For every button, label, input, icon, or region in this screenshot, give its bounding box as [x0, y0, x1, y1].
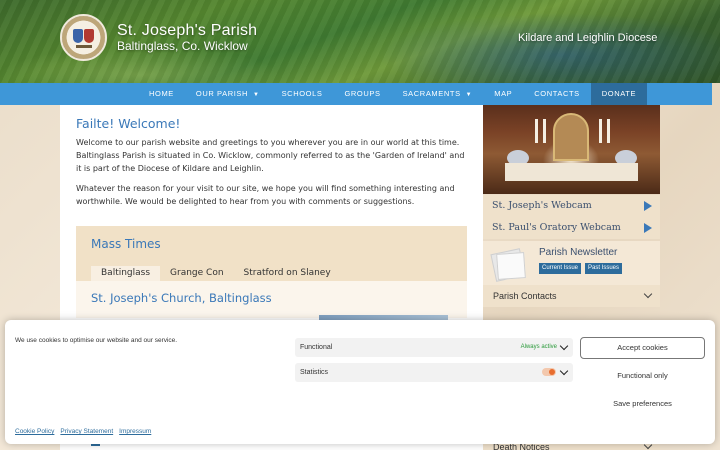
always-active-label: Always active: [520, 344, 557, 350]
main-nav: HOME OUR PARISH ▼ SCHOOLS GROUPS SACRAMEN…: [0, 83, 712, 105]
parish-contacts-accordion[interactable]: Parish Contacts: [483, 285, 660, 307]
statistics-toggle[interactable]: [542, 368, 556, 376]
welcome-title: Failte! Welcome!: [76, 116, 181, 131]
nav-groups[interactable]: GROUPS: [333, 83, 391, 105]
play-icon: [644, 223, 652, 233]
altar-photo: [483, 105, 660, 194]
accept-cookies-button[interactable]: Accept cookies: [580, 337, 705, 359]
chevron-down-icon: [643, 289, 653, 299]
cookie-policy-link[interactable]: Cookie Policy: [15, 428, 54, 435]
welcome-paragraph-1: Welcome to our parish website and greeti…: [76, 138, 465, 173]
impressum-link[interactable]: Impressum: [119, 428, 151, 435]
nav-sacraments[interactable]: SACRAMENTS ▼: [392, 83, 484, 105]
church-title: St. Joseph's Church, Baltinglass: [91, 291, 272, 305]
nav-donate[interactable]: DONATE: [590, 83, 648, 105]
mass-times-panel: Mass Times Baltinglass Grange Con Stratf…: [76, 226, 467, 325]
tab-stratford-on-slaney[interactable]: Stratford on Slaney: [234, 266, 341, 281]
st-pauls-oratory-webcam-link[interactable]: St. Paul's Oratory Webcam: [483, 217, 660, 239]
tab-grange-con[interactable]: Grange Con: [160, 266, 234, 281]
tab-baltinglass[interactable]: Baltinglass: [91, 266, 161, 281]
privacy-statement-link[interactable]: Privacy Statement: [60, 428, 113, 435]
caret-down-icon: ▼: [465, 92, 473, 98]
mass-tab-panel: St. Joseph's Church, Baltinglass: [76, 281, 467, 325]
cookie-message: We use cookies to optimise our website a…: [15, 337, 178, 344]
cookie-category-functional[interactable]: Functional Always active: [295, 338, 573, 357]
mass-times-title: Mass Times: [91, 237, 161, 251]
nav-our-parish[interactable]: OUR PARISH ▼: [185, 83, 271, 105]
current-issue-button[interactable]: Current Issue: [539, 263, 582, 274]
site-header: St. Joseph's Parish Baltinglass, Co. Wic…: [0, 0, 720, 83]
past-issues-button[interactable]: Past Issues: [585, 263, 623, 274]
chevron-down-icon: [559, 366, 569, 376]
cookie-consent-banner: We use cookies to optimise our website a…: [5, 320, 715, 444]
cookie-category-statistics[interactable]: Statistics: [295, 363, 573, 382]
nav-map[interactable]: MAP: [483, 83, 523, 105]
parish-crest-logo[interactable]: [60, 14, 107, 61]
functional-only-button[interactable]: Functional only: [580, 366, 705, 386]
newsletter-title: Parish Newsletter: [539, 247, 618, 258]
nav-home[interactable]: HOME: [138, 83, 185, 105]
cookie-links: Cookie Policy Privacy Statement Impressu…: [15, 428, 151, 435]
chevron-down-icon: [559, 341, 569, 351]
save-preferences-button[interactable]: Save preferences: [580, 394, 705, 414]
site-title[interactable]: St. Joseph's Parish: [117, 22, 257, 40]
site-subtitle: Baltinglass, Co. Wicklow: [117, 39, 248, 53]
diocese-label: Kildare and Leighlin Diocese: [518, 32, 658, 44]
nav-schools[interactable]: SCHOOLS: [271, 83, 334, 105]
play-icon: [644, 201, 652, 211]
parish-newsletter-block: Parish Newsletter Current Issue Past Iss…: [483, 241, 660, 285]
st-josephs-webcam-link[interactable]: St. Joseph's Webcam: [483, 195, 660, 217]
nav-contacts[interactable]: CONTACTS: [523, 83, 591, 105]
mass-times-tabs: Baltinglass Grange Con Stratford on Slan…: [91, 266, 341, 281]
caret-down-icon: ▼: [253, 92, 260, 98]
newsletter-icon: [489, 247, 529, 283]
welcome-paragraph-2: Whatever the reason for your visit to ou…: [76, 184, 455, 206]
